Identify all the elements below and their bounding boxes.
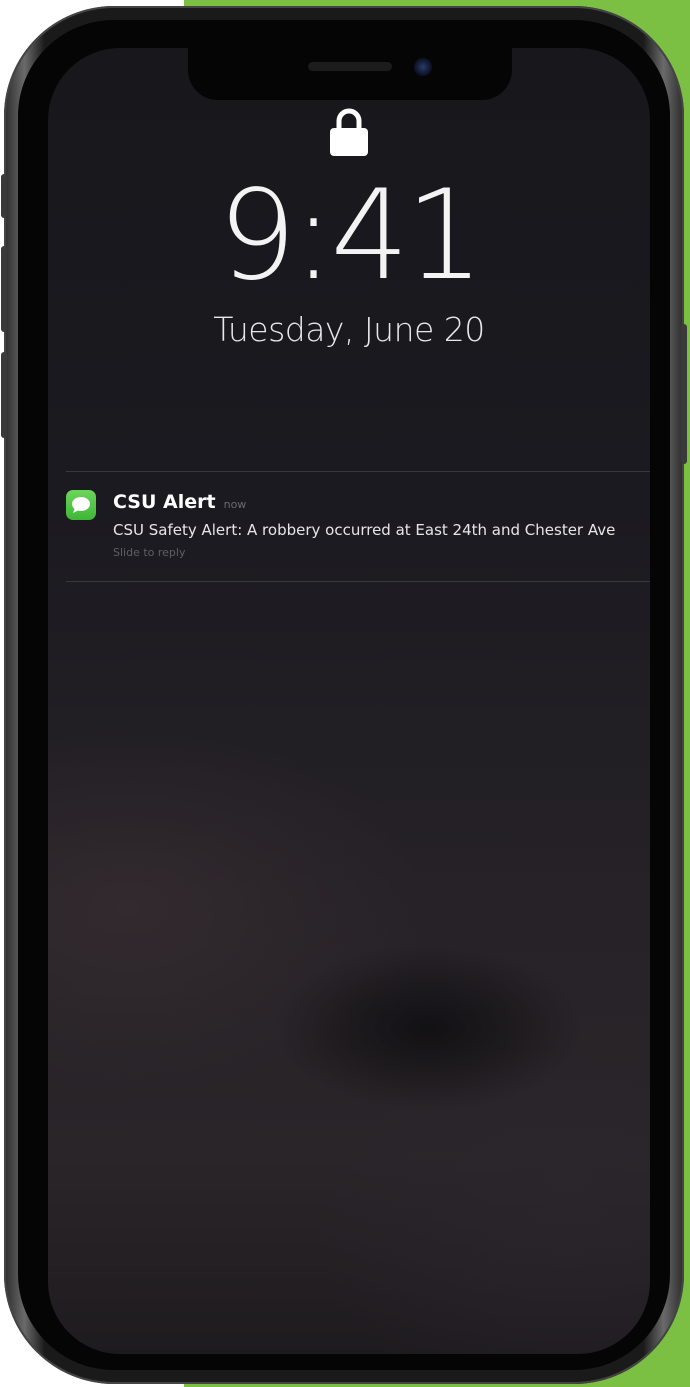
- slide-to-reply-hint: Slide to reply: [113, 546, 186, 559]
- speaker-grille: [308, 62, 392, 71]
- notification-top-divider: [66, 471, 650, 472]
- clock-time: 9:41: [217, 164, 484, 308]
- front-camera: [414, 58, 432, 76]
- notification-body: CSU Safety Alert: A robbery occurred at …: [113, 521, 616, 539]
- notch: [188, 48, 512, 100]
- volume-down-button[interactable]: [1, 352, 7, 438]
- notification-bottom-divider: [66, 581, 650, 582]
- power-button[interactable]: [681, 324, 687, 464]
- notification-timestamp: now: [223, 498, 247, 511]
- stage: 9:41 Tuesday, June 20 CSU Alert now CSU S…: [0, 0, 690, 1387]
- lock-screen[interactable]: 9:41 Tuesday, June 20 CSU Alert now CSU S…: [48, 48, 650, 1354]
- volume-up-button[interactable]: [1, 246, 7, 332]
- lock-icon: [329, 106, 369, 158]
- messages-icon: [66, 490, 96, 520]
- notification-card[interactable]: CSU Alert now CSU Safety Alert: A robbery…: [66, 488, 650, 576]
- clock-date: Tuesday, June 20: [213, 310, 485, 349]
- notification-title: CSU Alert now: [113, 491, 246, 513]
- notification-app-name: CSU Alert: [113, 491, 216, 513]
- phone-frame: 9:41 Tuesday, June 20 CSU Alert now CSU S…: [1, 6, 687, 1384]
- silent-switch: [1, 174, 7, 218]
